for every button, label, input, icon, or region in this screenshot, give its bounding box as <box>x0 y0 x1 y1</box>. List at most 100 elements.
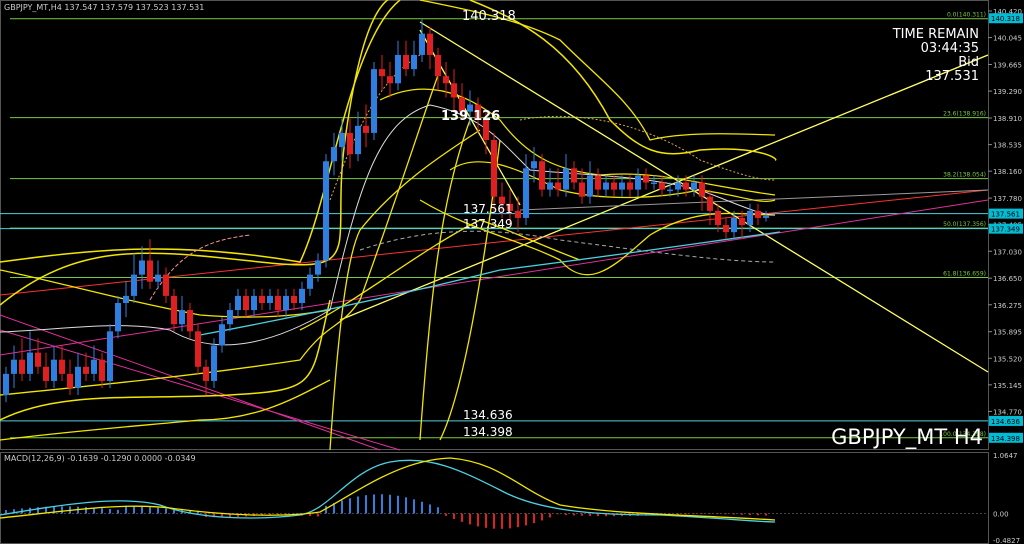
candlestick <box>147 239 153 289</box>
candle-body <box>91 359 97 374</box>
bid-label: Bid <box>958 55 979 70</box>
candlestick <box>35 338 41 374</box>
candle-body <box>531 161 537 169</box>
price-tag-label: 140.318 <box>991 15 1020 23</box>
candle-body <box>115 302 121 332</box>
candle-body <box>291 295 297 303</box>
candlestick <box>131 253 137 303</box>
candlestick <box>195 324 201 374</box>
candle-body <box>171 295 177 325</box>
candlesticks <box>3 19 769 403</box>
candle-body <box>235 295 241 311</box>
candle-body <box>683 182 689 190</box>
timer-value: 03:44:35 <box>921 41 979 56</box>
candle-body <box>67 373 73 389</box>
candle-body <box>387 76 393 84</box>
mid-annotation: 139.126 <box>441 109 500 124</box>
candle-body <box>699 182 705 197</box>
candlestick <box>731 210 737 240</box>
fib-level-label: 38.2(138.054) <box>943 172 986 179</box>
timer-title: TIME REMAIN <box>892 27 979 42</box>
candlestick <box>635 168 641 197</box>
candle-body <box>427 33 433 55</box>
candle-body <box>43 366 49 381</box>
candlestick <box>723 217 729 240</box>
axis-tick-label: 136.650 <box>993 275 1022 283</box>
axis-tick-label: 136.275 <box>993 302 1022 310</box>
candlestick <box>219 317 225 353</box>
candle-body <box>395 54 401 84</box>
candle-body <box>299 288 305 303</box>
candlestick <box>259 288 265 311</box>
candlestick <box>563 154 569 197</box>
candle-body <box>307 274 313 289</box>
chart-canvas[interactable]: 0.0(140.311) 23.6(138.916) 38.2(138.054) 50… <box>0 0 1024 544</box>
candle-body <box>123 295 129 303</box>
level-d-annotation: 134.398 <box>463 425 513 439</box>
axis-tick-label: 134.770 <box>993 408 1022 416</box>
high-annotation: 140.318 <box>462 9 516 24</box>
candlestick <box>11 345 17 389</box>
candlestick <box>515 196 521 233</box>
level-b-annotation: 137.349 <box>463 217 513 231</box>
candle-body <box>27 352 33 374</box>
lower-band <box>0 299 331 421</box>
signal-line <box>0 457 776 521</box>
candlestick <box>755 203 761 226</box>
candlestick <box>363 104 369 148</box>
candle-body <box>83 366 89 374</box>
dashed-ma <box>359 230 776 263</box>
candlestick <box>171 288 177 332</box>
candle-body <box>595 175 601 190</box>
bid-value: 137.531 <box>925 69 979 84</box>
candlestick <box>275 288 281 318</box>
candle-body <box>579 182 585 197</box>
candle-body <box>99 359 105 381</box>
candlestick <box>411 40 417 77</box>
axis-tick-label: 138.535 <box>993 142 1022 150</box>
candlestick <box>739 210 745 240</box>
fib-level-label: 23.6(138.916) <box>943 111 986 118</box>
chart-header: GBPJPY_MT,H4 137.547 137.579 137.523 137… <box>4 3 204 12</box>
candlestick <box>299 281 305 311</box>
candlestick <box>395 40 401 91</box>
candle-body <box>179 310 185 325</box>
candle-body <box>627 182 633 190</box>
candle-body <box>155 274 161 282</box>
candlestick <box>19 338 25 381</box>
candle-body <box>283 295 289 311</box>
candlestick <box>347 118 353 169</box>
price-tag-label: 134.398 <box>991 435 1020 443</box>
macd-line <box>0 459 776 523</box>
price-tag-label: 134.636 <box>991 418 1020 426</box>
candlestick <box>355 111 361 162</box>
axis-tick-label: 135.520 <box>993 355 1022 363</box>
fib-level-label: 50.0(137.356) <box>943 221 986 228</box>
candlestick <box>291 288 297 311</box>
candle-body <box>731 217 737 233</box>
candle-body <box>275 295 281 311</box>
candle-body <box>339 132 345 148</box>
candle-body <box>363 125 369 133</box>
axis-tick-label: 139.290 <box>993 88 1022 96</box>
candle-body <box>259 295 265 303</box>
support-curve-2 <box>419 119 471 441</box>
candlestick <box>387 62 393 98</box>
fib-level-label: 61.8(136.659) <box>943 271 986 278</box>
candle-body <box>331 147 337 162</box>
candle-body <box>715 210 721 226</box>
candle-body <box>355 125 361 155</box>
candle-body <box>539 161 545 190</box>
candle-body <box>491 139 497 197</box>
candle-body <box>523 168 529 218</box>
candlestick <box>595 168 601 197</box>
candle-body <box>651 182 657 185</box>
candlestick <box>211 338 217 389</box>
candle-body <box>187 310 193 332</box>
candle-body <box>219 324 225 346</box>
candlestick <box>403 40 409 77</box>
candlestick <box>91 345 97 381</box>
upper-band <box>0 0 389 306</box>
candle-body <box>611 182 617 190</box>
symbol-watermark: GBPJPY_MT H4 <box>831 425 983 450</box>
